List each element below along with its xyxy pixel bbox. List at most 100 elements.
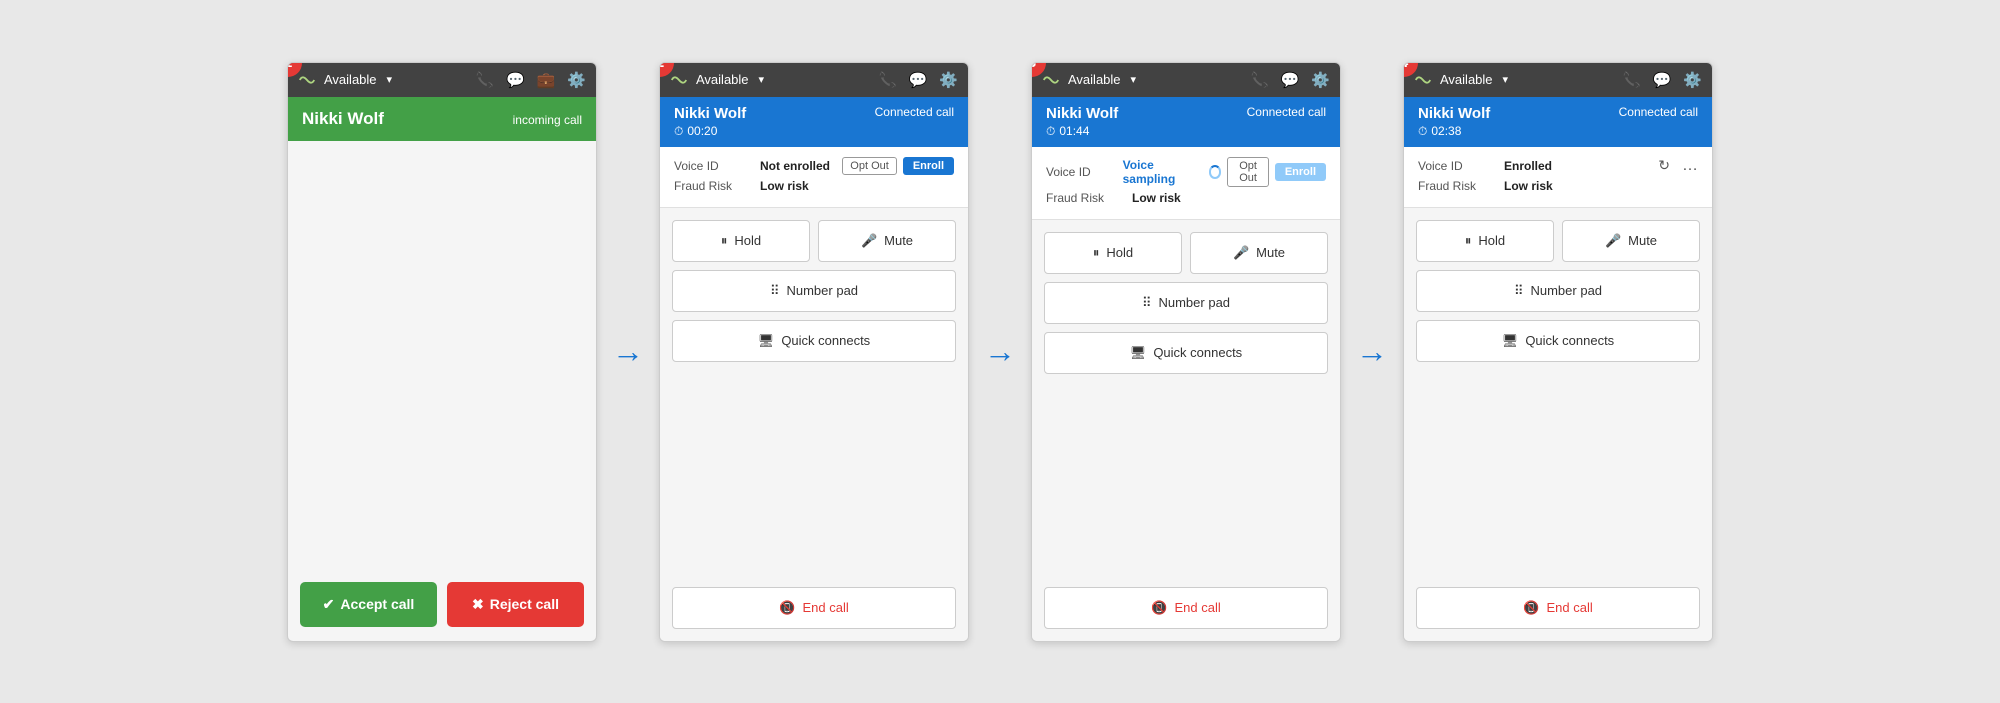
mute-button-3[interactable]: 🎤 Mute bbox=[1190, 232, 1328, 274]
numpad-icon-3: ⠿ bbox=[1142, 295, 1152, 311]
body-spacer-2 bbox=[672, 370, 956, 579]
mute-label-3: Mute bbox=[1256, 245, 1285, 260]
voice-id-row-2: Voice ID Not enrolled Opt Out Enroll bbox=[674, 157, 954, 175]
mute-label-2: Mute bbox=[884, 233, 913, 248]
panel-stage-1: 1 Available ▾ 📞 💬 💼 ⚙️ Nikki Wolf incomi… bbox=[287, 62, 597, 642]
logo-1 bbox=[298, 71, 316, 89]
phone-icon-2[interactable]: 📞 bbox=[878, 71, 897, 89]
fraud-row-2: Fraud Risk Low risk bbox=[674, 179, 954, 193]
quick-label-2: Quick connects bbox=[781, 333, 870, 348]
fraud-value-2: Low risk bbox=[760, 179, 809, 193]
connected-name-2: Nikki Wolf bbox=[674, 105, 746, 122]
phone-icon-1[interactable]: 📞 bbox=[475, 71, 494, 89]
panel-body-3: ⏸ Hold 🎤 Mute ⠿ Number pad 🖥 Quick conne… bbox=[1032, 220, 1340, 641]
mute-icon-4: 🎤 bbox=[1605, 233, 1621, 249]
body-spacer-3 bbox=[1044, 382, 1328, 579]
header-status-2: Available bbox=[696, 72, 749, 87]
clock-icon-2: ⏱ bbox=[674, 124, 683, 139]
chat-icon-3[interactable]: 💬 bbox=[1281, 71, 1300, 89]
voice-id-value-4: Enrolled bbox=[1504, 159, 1552, 173]
quick-connects-button-2[interactable]: 🖥 Quick connects bbox=[672, 320, 956, 362]
opt-out-button-3[interactable]: Opt Out bbox=[1227, 157, 1268, 187]
hold-button-4[interactable]: ⏸ Hold bbox=[1416, 220, 1554, 262]
stages-container: 1 Available ▾ 📞 💬 💼 ⚙️ Nikki Wolf incomi… bbox=[20, 62, 1980, 642]
accept-reject-row-1: ✔ Accept call ✖ Reject call bbox=[288, 568, 596, 641]
logo-4 bbox=[1414, 71, 1432, 89]
arrow-3-4: → bbox=[1356, 333, 1388, 370]
opt-out-button-2[interactable]: Opt Out bbox=[842, 157, 897, 175]
mute-icon-2: 🎤 bbox=[861, 233, 877, 249]
chevron-icon-3[interactable]: ▾ bbox=[1131, 73, 1137, 86]
checkmark-icon: ✔ bbox=[323, 596, 335, 613]
numpad-label-4: Number pad bbox=[1530, 283, 1602, 298]
logo-3 bbox=[1042, 71, 1060, 89]
body-spacer-4 bbox=[1416, 370, 1700, 579]
quick-connects-button-3[interactable]: 🖥 Quick connects bbox=[1044, 332, 1328, 374]
chevron-icon-1[interactable]: ▾ bbox=[387, 73, 393, 86]
number-pad-button-2[interactable]: ⠿ Number pad bbox=[672, 270, 956, 312]
fraud-label-4: Fraud Risk bbox=[1418, 179, 1498, 193]
gear-icon-3[interactable]: ⚙️ bbox=[1311, 71, 1330, 89]
chat-icon-4[interactable]: 💬 bbox=[1653, 71, 1672, 89]
logo-2 bbox=[670, 71, 688, 89]
hold-button-2[interactable]: ⏸ Hold bbox=[672, 220, 810, 262]
refresh-icon-4[interactable]: ↻ bbox=[1658, 157, 1670, 174]
fraud-label-3: Fraud Risk bbox=[1046, 191, 1126, 205]
end-call-button-4[interactable]: 📵 End call bbox=[1416, 587, 1700, 629]
quick-icon-4: 🖥 bbox=[1502, 333, 1519, 349]
accept-call-button[interactable]: ✔ Accept call bbox=[300, 582, 437, 627]
header-1: Available ▾ 📞 💬 💼 ⚙️ bbox=[288, 63, 596, 97]
voice-section-3: Voice ID Voice sampling Opt Out Enroll F… bbox=[1032, 147, 1340, 220]
end-call-icon-3: 📵 bbox=[1151, 600, 1167, 616]
chevron-icon-4[interactable]: ▾ bbox=[1503, 73, 1509, 86]
chat-icon-1[interactable]: 💬 bbox=[506, 71, 525, 89]
connected-name-3: Nikki Wolf bbox=[1046, 105, 1118, 122]
arrow-1-2: → bbox=[612, 333, 644, 370]
gear-icon-1[interactable]: ⚙️ bbox=[567, 71, 586, 89]
spacer-1 bbox=[288, 141, 596, 568]
end-call-icon-4: 📵 bbox=[1523, 600, 1539, 616]
gear-icon-2[interactable]: ⚙️ bbox=[939, 71, 958, 89]
more-icon-4[interactable]: … bbox=[1682, 157, 1698, 175]
hold-button-3[interactable]: ⏸ Hold bbox=[1044, 232, 1182, 274]
voice-section-2: Voice ID Not enrolled Opt Out Enroll Fra… bbox=[660, 147, 968, 208]
gear-icon-4[interactable]: ⚙️ bbox=[1683, 71, 1702, 89]
enroll-button-3[interactable]: Enroll bbox=[1275, 163, 1326, 181]
end-call-button-3[interactable]: 📵 End call bbox=[1044, 587, 1328, 629]
header-icons-3: 📞 💬 ⚙️ bbox=[1250, 71, 1330, 89]
numpad-icon-4: ⠿ bbox=[1514, 283, 1524, 299]
timer-value-3: 01:44 bbox=[1059, 124, 1089, 138]
caller-name-1: Nikki Wolf bbox=[302, 109, 384, 129]
enroll-button-2[interactable]: Enroll bbox=[903, 157, 954, 175]
briefcase-icon-1[interactable]: 💼 bbox=[537, 71, 556, 89]
voice-id-row-3: Voice ID Voice sampling Opt Out Enroll bbox=[1046, 157, 1326, 187]
number-pad-button-3[interactable]: ⠿ Number pad bbox=[1044, 282, 1328, 324]
hold-label-4: Hold bbox=[1478, 233, 1505, 248]
chevron-icon-2[interactable]: ▾ bbox=[759, 73, 765, 86]
end-call-label-3: End call bbox=[1174, 600, 1220, 615]
quick-label-4: Quick connects bbox=[1525, 333, 1614, 348]
arrow-2-3: → bbox=[984, 333, 1016, 370]
header-icons-4: 📞 💬 ⚙️ bbox=[1622, 71, 1702, 89]
phone-icon-3[interactable]: 📞 bbox=[1250, 71, 1269, 89]
reject-call-button[interactable]: ✖ Reject call bbox=[447, 582, 584, 627]
end-call-label-4: End call bbox=[1546, 600, 1592, 615]
chat-icon-2[interactable]: 💬 bbox=[909, 71, 928, 89]
number-pad-button-4[interactable]: ⠿ Number pad bbox=[1416, 270, 1700, 312]
connected-timer-3: ⏱ 01:44 bbox=[1046, 124, 1326, 139]
connected-bar-2: Nikki Wolf Connected call ⏱ 00:20 bbox=[660, 97, 968, 147]
incoming-bar-1: Nikki Wolf incoming call bbox=[288, 97, 596, 141]
end-call-label-2: End call bbox=[802, 600, 848, 615]
header-3: Available ▾ 📞 💬 ⚙️ bbox=[1032, 63, 1340, 97]
header-status-3: Available bbox=[1068, 72, 1121, 87]
end-call-button-2[interactable]: 📵 End call bbox=[672, 587, 956, 629]
connected-label-4: Connected call bbox=[1619, 105, 1698, 119]
numpad-icon-2: ⠿ bbox=[770, 283, 780, 299]
connected-label-2: Connected call bbox=[875, 105, 954, 119]
connected-timer-2: ⏱ 00:20 bbox=[674, 124, 954, 139]
fraud-row-4: Fraud Risk Low risk bbox=[1418, 179, 1698, 193]
mute-button-2[interactable]: 🎤 Mute bbox=[818, 220, 956, 262]
mute-button-4[interactable]: 🎤 Mute bbox=[1562, 220, 1700, 262]
quick-connects-button-4[interactable]: 🖥 Quick connects bbox=[1416, 320, 1700, 362]
phone-icon-4[interactable]: 📞 bbox=[1622, 71, 1641, 89]
